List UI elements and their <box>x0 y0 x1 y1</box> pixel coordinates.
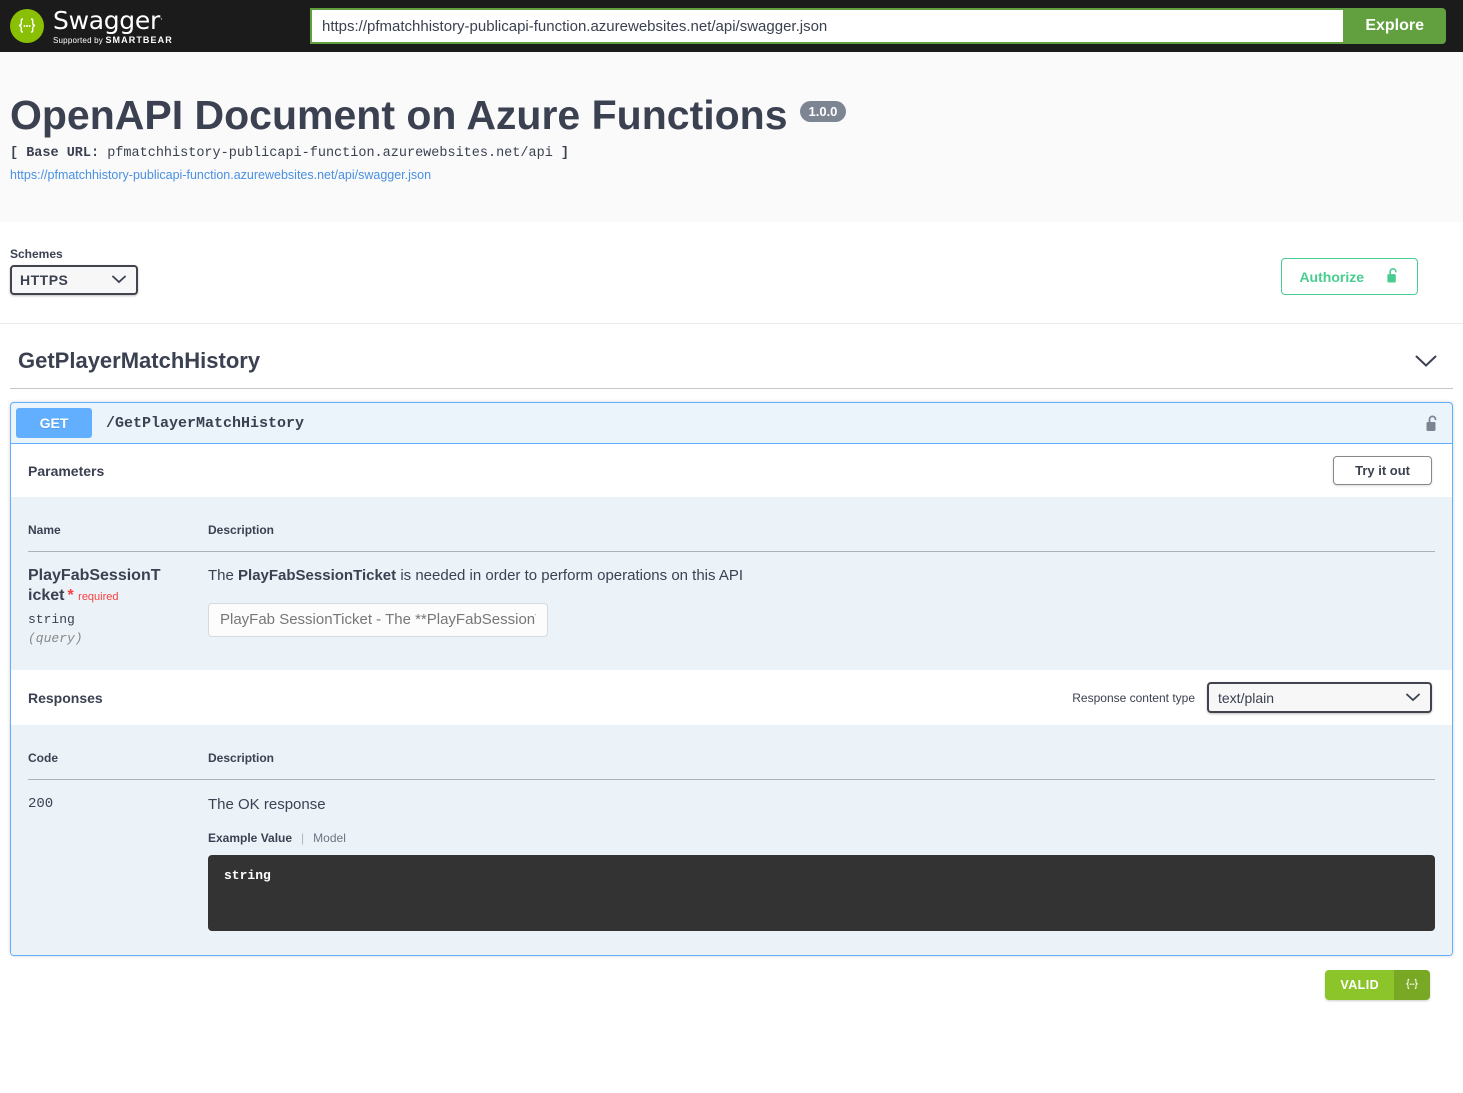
version-badge: 1.0.0 <box>800 101 847 122</box>
swagger-url-input[interactable] <box>310 8 1343 44</box>
tag-section: GetPlayerMatchHistory GET /GetPlayerMatc… <box>0 324 1463 956</box>
tab-model[interactable]: Model <box>313 831 346 845</box>
tab-example-value[interactable]: Example Value <box>208 831 292 845</box>
swagger-brace-icon <box>10 9 44 43</box>
base-url: [ Base URL: pfmatchhistory-publicapi-fun… <box>10 146 1453 161</box>
try-it-out-button[interactable]: Try it out <box>1333 456 1432 485</box>
tag-name: GetPlayerMatchHistory <box>18 348 260 374</box>
responses-table: Code Description 200 The OK response Exa… <box>28 741 1435 931</box>
table-header-row: Name Description <box>28 513 1435 552</box>
parameters-title: Parameters <box>28 463 104 479</box>
swagger-brace-icon <box>1394 970 1430 1000</box>
parameter-name: PlayFabSessionTicket* required <box>28 566 163 606</box>
responses-header: Responses Response content type text/pla… <box>11 670 1452 725</box>
parameter-type: string <box>28 606 208 627</box>
validator-row: VALID <box>0 956 1463 1000</box>
parameter-description-cell: The PlayFabSessionTicket is needed in or… <box>208 552 1435 647</box>
tag-header[interactable]: GetPlayerMatchHistory <box>10 340 1453 389</box>
parameters-table-block: Name Description PlayFabSessionTicket* r… <box>11 497 1452 670</box>
swagger-logo[interactable]: Swagger. Supported by SMARTBEAR <box>10 8 310 45</box>
opblock-summary[interactable]: GET /GetPlayerMatchHistory <box>11 403 1452 444</box>
authorize-button[interactable]: Authorize <box>1281 258 1418 295</box>
response-code: 200 <box>28 780 111 932</box>
schemes-section: Schemes HTTPS Authorize <box>0 223 1463 324</box>
authorize-label: Authorize <box>1299 270 1364 284</box>
swagger-url-form: Explore <box>310 8 1463 44</box>
column-header-code: Code <box>28 741 111 780</box>
example-model-tabs: Example Value | Model <box>208 831 1435 845</box>
example-value-code-block: string <box>208 855 1435 931</box>
response-description: The OK response <box>208 794 1435 813</box>
tab-divider: | <box>301 831 304 845</box>
validator-badge[interactable]: VALID <box>1325 970 1430 1000</box>
swagger-supported-by: Supported by SMARTBEAR <box>53 36 173 45</box>
column-header-description: Description <box>208 513 1435 552</box>
table-row: PlayFabSessionTicket* required string (q… <box>28 552 1435 647</box>
parameter-name-cell: PlayFabSessionTicket* required string (q… <box>28 552 208 647</box>
api-info-section: OpenAPI Document on Azure Functions 1.0.… <box>0 52 1463 223</box>
column-header-description: Description <box>111 741 1435 780</box>
topbar: Swagger. Supported by SMARTBEAR Explore <box>0 0 1463 52</box>
parameters-table: Name Description PlayFabSessionTicket* r… <box>28 513 1435 646</box>
chevron-down-icon[interactable] <box>1415 355 1445 368</box>
opblock-get: GET /GetPlayerMatchHistory Parameters Tr… <box>10 402 1453 956</box>
parameter-description: The PlayFabSessionTicket is needed in or… <box>208 566 1435 586</box>
swagger-json-link[interactable]: https://pfmatchhistory-publicapi-functio… <box>10 168 1453 182</box>
response-content-type-select[interactable]: text/plain <box>1207 682 1432 713</box>
parameter-input-playfabsessionticket[interactable] <box>208 603 548 637</box>
swagger-wordmark: Swagger. <box>53 8 173 33</box>
table-row: 200 The OK response Example Value | Mode… <box>28 780 1435 932</box>
response-content-type-label: Response content type <box>1072 691 1195 705</box>
parameters-header: Parameters Try it out <box>11 444 1452 497</box>
column-header-name: Name <box>28 513 208 552</box>
lock-icon[interactable] <box>1425 414 1442 433</box>
page-title: OpenAPI Document on Azure Functions <box>10 94 788 137</box>
validator-status-label: VALID <box>1325 970 1394 1000</box>
http-method-badge: GET <box>16 408 92 438</box>
table-header-row: Code Description <box>28 741 1435 780</box>
explore-button[interactable]: Explore <box>1343 8 1446 44</box>
required-star: * <box>64 587 73 604</box>
opblock-body: Parameters Try it out Name Description <box>11 444 1452 955</box>
responses-title: Responses <box>28 690 103 706</box>
unlock-icon <box>1386 267 1400 286</box>
title-row: OpenAPI Document on Azure Functions 1.0.… <box>10 94 1453 137</box>
schemes-select[interactable]: HTTPS <box>10 265 138 295</box>
schemes-label: Schemes <box>10 247 138 261</box>
example-value-text: string <box>224 868 271 883</box>
responses-table-block: Code Description 200 The OK response Exa… <box>11 725 1452 955</box>
parameter-location: (query) <box>28 627 208 646</box>
response-description-cell: The OK response Example Value | Model st… <box>111 780 1435 932</box>
operation-path: /GetPlayerMatchHistory <box>92 415 1425 432</box>
required-label: required <box>78 591 118 603</box>
response-content-type-wrap: Response content type text/plain <box>1072 682 1432 713</box>
